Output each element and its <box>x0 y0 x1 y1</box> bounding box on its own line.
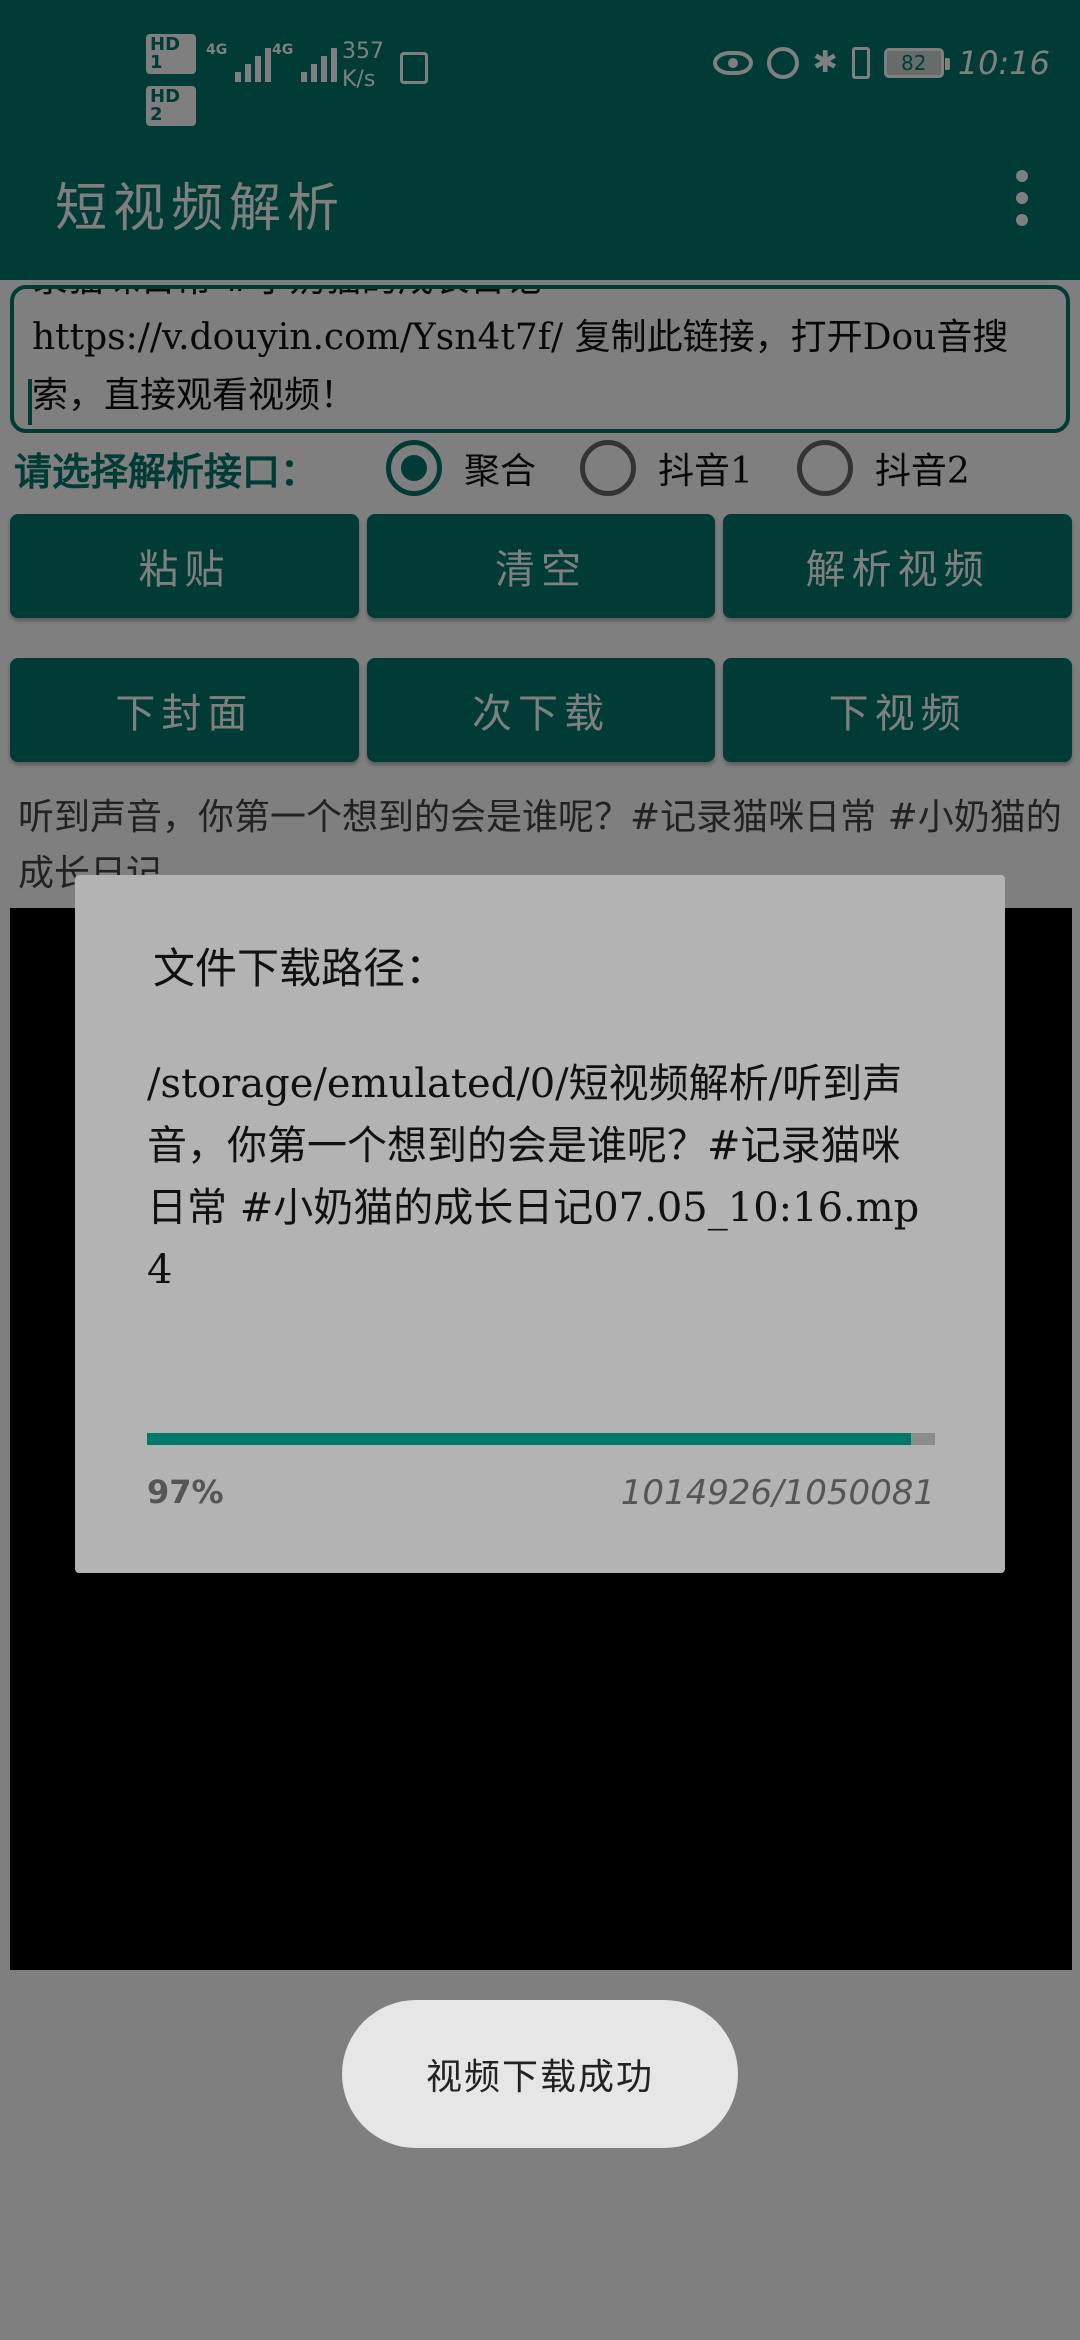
dialog-title: 文件下载路径： <box>153 944 448 993</box>
progress-count: 1014926/1050081 <box>620 1473 935 1513</box>
download-progress-bar <box>147 1433 935 1445</box>
progress-percent: 97% <box>147 1473 224 1511</box>
download-progress-fill <box>147 1433 912 1445</box>
toast-message: 视频下载成功 <box>342 2000 738 2148</box>
download-dialog: 文件下载路径： /storage/emulated/0/短视频解析/听到声音，你… <box>75 875 1005 1573</box>
dialog-message: /storage/emulated/0/短视频解析/听到声音，你第一个想到的会是… <box>147 1061 920 1293</box>
